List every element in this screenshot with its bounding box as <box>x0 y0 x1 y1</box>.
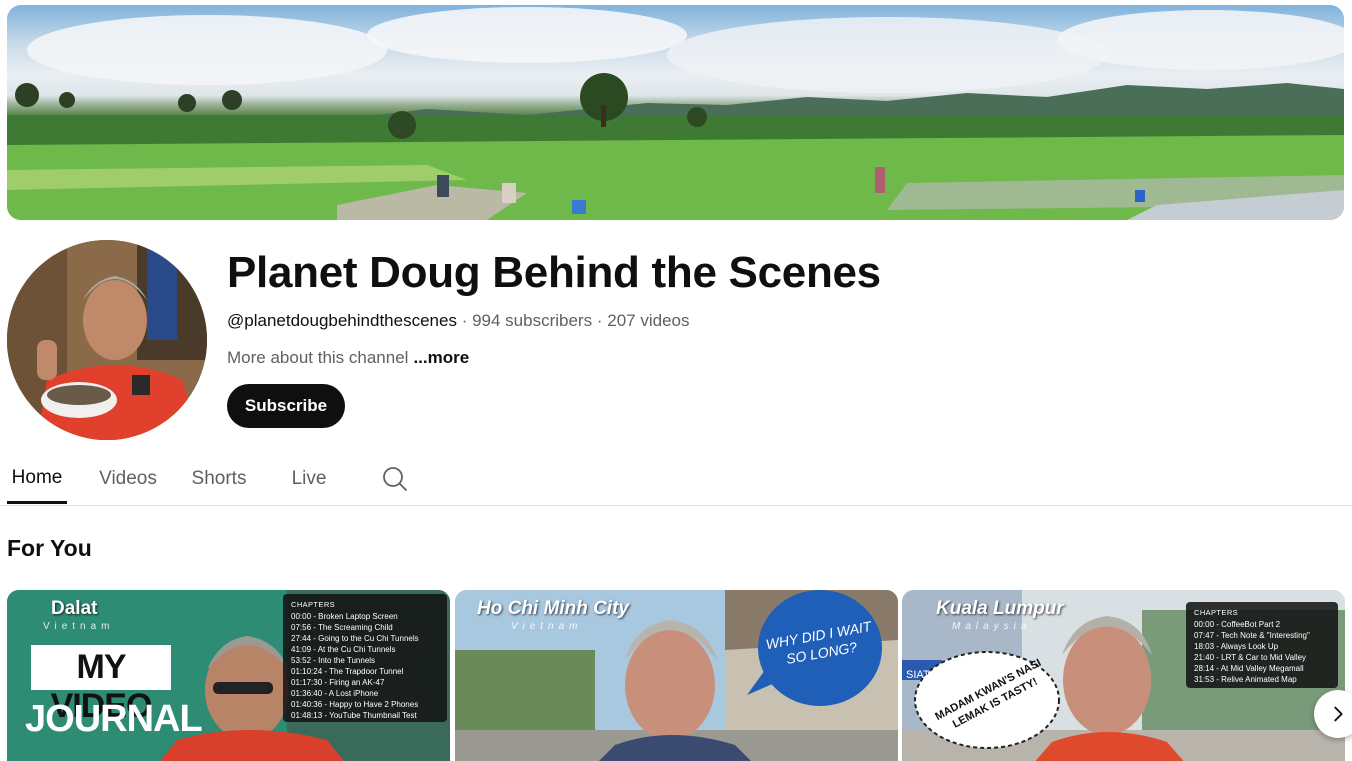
channel-title: Planet Doug Behind the Scenes <box>227 248 881 297</box>
chapter-item: 01:48:13 - YouTube Thumbnail Test <box>291 711 417 720</box>
meta-separator: · <box>461 311 468 330</box>
search-icon[interactable] <box>381 465 409 493</box>
channel-about[interactable]: More about this channel ...more <box>227 348 469 368</box>
chapter-item: 41:09 - At the Cu Chi Tunnels <box>291 645 396 654</box>
chapter-item: 07:47 - Tech Note & "Interesting" <box>1194 631 1310 640</box>
subscriber-count: 994 subscribers <box>472 311 593 330</box>
storefront-sign: SIAT <box>906 669 930 681</box>
chapter-item: 31:53 - Relive Animated Map <box>1194 675 1297 684</box>
chapters-panel: CHAPTERS 00:00 - CoffeeBot Part 2 07:47 … <box>1186 602 1338 688</box>
meta-separator: · <box>596 311 603 330</box>
channel-avatar[interactable] <box>7 240 207 440</box>
chapter-item: 28:14 - At Mid Valley Megamall <box>1194 664 1304 673</box>
chapter-item: 00:00 - Broken Laptop Screen <box>291 612 398 621</box>
channel-meta: @planetdougbehindthescenes · 994 subscri… <box>227 311 689 331</box>
chapter-item: 01:40:36 - Happy to Have 2 Phones <box>291 700 419 709</box>
subscribe-button[interactable]: Subscribe <box>227 384 345 428</box>
chapter-item: 07:56 - The Screaming Child <box>291 623 393 632</box>
about-text: More about this channel <box>227 348 409 367</box>
tab-live[interactable]: Live <box>287 455 331 503</box>
video-city: Dalat <box>51 598 98 619</box>
video-thumbnail[interactable]: Kuala Lumpur Malaysia SIAT MADAM KWAN'S … <box>902 590 1345 761</box>
tab-shorts[interactable]: Shorts <box>187 455 251 503</box>
video-thumbnail[interactable]: Ho Chi Minh City Vietnam WHY DID I WAIT … <box>455 590 898 761</box>
video-city: Kuala Lumpur <box>936 598 1064 619</box>
chapter-item: 01:36:40 - A Lost iPhone <box>291 689 379 698</box>
video-city: Ho Chi Minh City <box>477 598 629 619</box>
video-count: 207 videos <box>607 311 690 330</box>
tab-videos[interactable]: Videos <box>95 455 161 503</box>
chapter-item: 01:17:30 - Firing an AK-47 <box>291 678 385 687</box>
section-title: For You <box>7 535 92 561</box>
chapters-heading: CHAPTERS <box>291 600 336 609</box>
overlay-title-line2: JOURNAL <box>25 698 203 740</box>
chapter-item: 01:10:24 - The Trapdoor Tunnel <box>291 667 404 676</box>
banner-image <box>7 7 1344 220</box>
channel-handle[interactable]: @planetdougbehindthescenes <box>227 311 457 330</box>
channel-banner <box>7 5 1344 220</box>
chapter-item: 18:03 - Always Look Up <box>1194 642 1279 651</box>
video-country: Vietnam <box>43 621 115 632</box>
chapters-panel: CHAPTERS 00:00 - Broken Laptop Screen 07… <box>283 594 447 722</box>
tab-home[interactable]: Home <box>7 455 67 504</box>
video-country: Vietnam <box>511 621 583 632</box>
channel-tabs: Home Videos Shorts Live <box>0 455 1352 506</box>
chapter-item: 27:44 - Going to the Cu Chi Tunnels <box>291 634 419 643</box>
chapter-item: 00:00 - CoffeeBot Part 2 <box>1194 620 1281 629</box>
chapter-item: 53:52 - Into the Tunnels <box>291 656 376 665</box>
chapter-item: 21:40 - LRT & Car to Mid Valley <box>1194 653 1307 662</box>
more-link[interactable]: ...more <box>413 348 469 367</box>
avatar-image <box>7 240 207 440</box>
chapters-heading: CHAPTERS <box>1194 608 1239 617</box>
video-thumbnail[interactable]: Dalat Vietnam MY VIDEO JOURNAL CHAPTERS … <box>7 590 450 761</box>
video-country: Malaysia <box>952 621 1032 632</box>
chevron-right-icon <box>1334 706 1343 722</box>
